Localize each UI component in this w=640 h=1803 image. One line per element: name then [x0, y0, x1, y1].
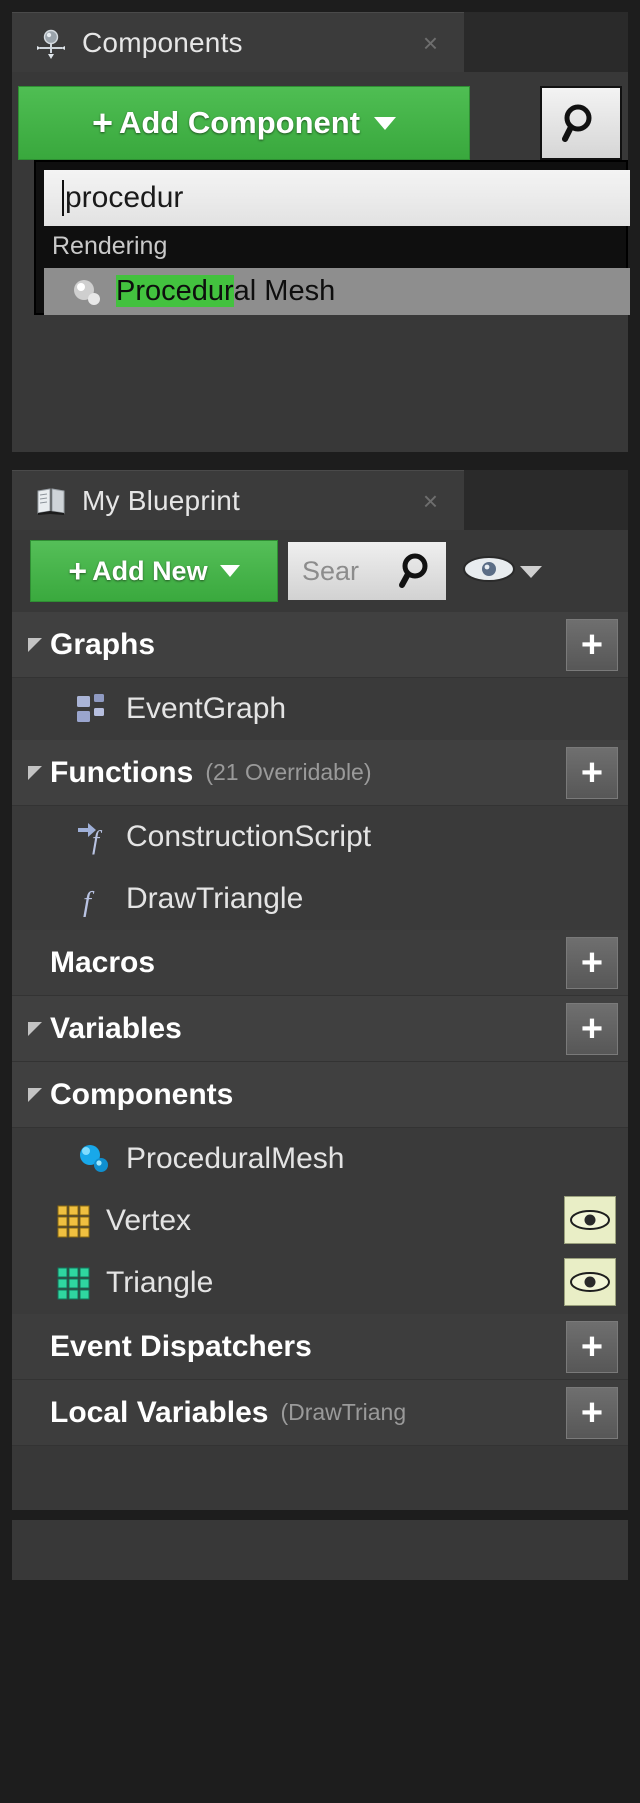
- tree-item-label: DrawTriangle: [126, 882, 304, 915]
- expand-triangle-icon[interactable]: [28, 1021, 42, 1036]
- section-label: Event Dispatchers: [50, 1329, 312, 1363]
- visibility-toggle[interactable]: [564, 1258, 616, 1306]
- tree-item[interactable]: Triangle: [12, 1252, 628, 1314]
- unreal-blueprint-editor-sidebar: Components × + Add Component procedur Re…: [0, 0, 640, 1803]
- array-variable-yellow-icon: [57, 1205, 90, 1238]
- add-event-dispatchers-button[interactable]: +: [566, 1321, 618, 1373]
- add-component-row: + Add Component: [18, 86, 622, 160]
- eye-icon: [570, 1210, 610, 1230]
- tab-components[interactable]: Components ×: [12, 12, 464, 72]
- add-new-label: Add New: [92, 555, 208, 586]
- components-body: + Add Component procedur Rendering Proce…: [12, 72, 630, 452]
- svg-text:f: f: [83, 886, 95, 918]
- tree-item-label: EventGraph: [126, 692, 287, 725]
- procedural-mesh-icon: [74, 279, 100, 305]
- search-icon: [562, 104, 592, 142]
- text-cursor: [62, 180, 64, 216]
- panel-bottom-padding: [12, 1446, 628, 1462]
- plus-icon: +: [68, 552, 88, 589]
- procedural-mesh-icon: [80, 1145, 108, 1172]
- my-blueprint-tab-label: My Blueprint: [82, 484, 241, 516]
- add-graphs-button[interactable]: +: [566, 619, 618, 671]
- components-icon: [37, 29, 65, 59]
- search-placeholder: Sear: [302, 555, 360, 586]
- dropdown-item-procedural-mesh[interactable]: Procedural Mesh: [44, 268, 630, 315]
- tree-item[interactable]: f DrawTriangle: [12, 868, 628, 930]
- section-header-event-dispatchers[interactable]: Event Dispatchers +: [12, 1314, 628, 1380]
- chevron-down-icon: [374, 116, 397, 130]
- add-component-label: Add Component: [118, 105, 361, 140]
- close-icon[interactable]: ×: [423, 30, 438, 56]
- tree-item[interactable]: f ConstructionScript: [12, 806, 628, 868]
- section-label: Graphs: [50, 627, 156, 661]
- section-subtitle: (DrawTriang: [280, 1399, 407, 1425]
- plus-icon: +: [91, 102, 113, 143]
- expand-triangle-icon[interactable]: [28, 765, 42, 780]
- section-header-macros[interactable]: Macros +: [12, 930, 628, 996]
- blueprint-tree: Graphs + EventGraph Functions (21 Overridabl…: [12, 612, 628, 1446]
- expand-triangle-icon[interactable]: [28, 637, 42, 652]
- add-local-variables-button[interactable]: +: [566, 1387, 618, 1439]
- eye-icon[interactable]: [462, 552, 516, 586]
- function-icon: f: [83, 886, 95, 918]
- add-macros-button[interactable]: +: [566, 937, 618, 989]
- section-label: Components: [50, 1077, 234, 1111]
- add-variables-button[interactable]: +: [566, 1003, 618, 1055]
- search-match-highlight: Procedur: [116, 275, 234, 307]
- tree-item[interactable]: EventGraph: [12, 678, 628, 740]
- my-blueprint-toolbar: + Add New Sear: [12, 530, 628, 612]
- array-variable-teal-icon: [57, 1267, 90, 1300]
- tree-item-label: ConstructionScript: [126, 820, 372, 853]
- component-search-button[interactable]: [540, 86, 622, 160]
- my-blueprint-search-input[interactable]: Sear: [288, 542, 446, 600]
- my-blueprint-panel: My Blueprint × + Add New Sear Graphs + E…: [12, 470, 628, 1510]
- search-icon: [399, 553, 428, 588]
- panel-footer-strip: [12, 1520, 628, 1580]
- section-header-local-variables[interactable]: Local Variables (DrawTriang +: [12, 1380, 628, 1446]
- add-functions-button[interactable]: +: [566, 747, 618, 799]
- section-label: Variables: [50, 1011, 182, 1045]
- event-graph-icon: [77, 694, 104, 722]
- eye-icon: [570, 1272, 610, 1292]
- visibility-toggle[interactable]: [564, 1196, 616, 1244]
- section-subtitle: (21 Overridable): [205, 759, 372, 785]
- section-header-components[interactable]: Components: [12, 1062, 628, 1128]
- chevron-down-icon: [219, 565, 240, 577]
- component-search-value: procedur: [65, 181, 184, 214]
- tab-my-blueprint[interactable]: My Blueprint ×: [12, 470, 464, 530]
- tree-item[interactable]: ProceduralMesh: [12, 1128, 628, 1190]
- components-tabstrip: Components ×: [12, 12, 628, 72]
- tree-item[interactable]: Vertex: [12, 1190, 628, 1252]
- section-header-functions[interactable]: Functions (21 Overridable) +: [12, 740, 628, 806]
- construction-script-icon: f: [78, 823, 103, 855]
- section-header-variables[interactable]: Variables +: [12, 996, 628, 1062]
- components-tab-label: Components: [82, 26, 243, 58]
- my-blueprint-tabstrip: My Blueprint ×: [12, 470, 628, 530]
- components-panel: Components × + Add Component procedur Re…: [12, 12, 630, 452]
- close-icon[interactable]: ×: [423, 488, 438, 514]
- add-component-button[interactable]: + Add Component: [18, 86, 470, 160]
- blueprint-book-icon: [37, 487, 65, 515]
- tree-item-label: Triangle: [106, 1266, 214, 1299]
- tree-item-label: Vertex: [106, 1204, 192, 1237]
- svg-text:f: f: [92, 826, 103, 855]
- section-label: Local Variables: [50, 1395, 269, 1429]
- section-label: Macros: [50, 945, 156, 979]
- section-header-graphs[interactable]: Graphs +: [12, 612, 628, 678]
- section-label: Functions: [50, 755, 194, 789]
- chevron-down-icon[interactable]: [520, 566, 542, 578]
- search-match-rest: al Mesh: [233, 275, 336, 307]
- tree-item-label: ProceduralMesh: [126, 1142, 345, 1175]
- component-search-dropdown: procedur Rendering Procedural Mesh: [34, 160, 630, 315]
- dropdown-item-label: Procedural Mesh: [116, 275, 335, 308]
- dropdown-category-rendering: Rendering: [52, 232, 168, 260]
- add-new-button[interactable]: + Add New: [30, 540, 278, 602]
- expand-triangle-icon[interactable]: [28, 1087, 42, 1102]
- component-search-input[interactable]: procedur: [44, 170, 630, 226]
